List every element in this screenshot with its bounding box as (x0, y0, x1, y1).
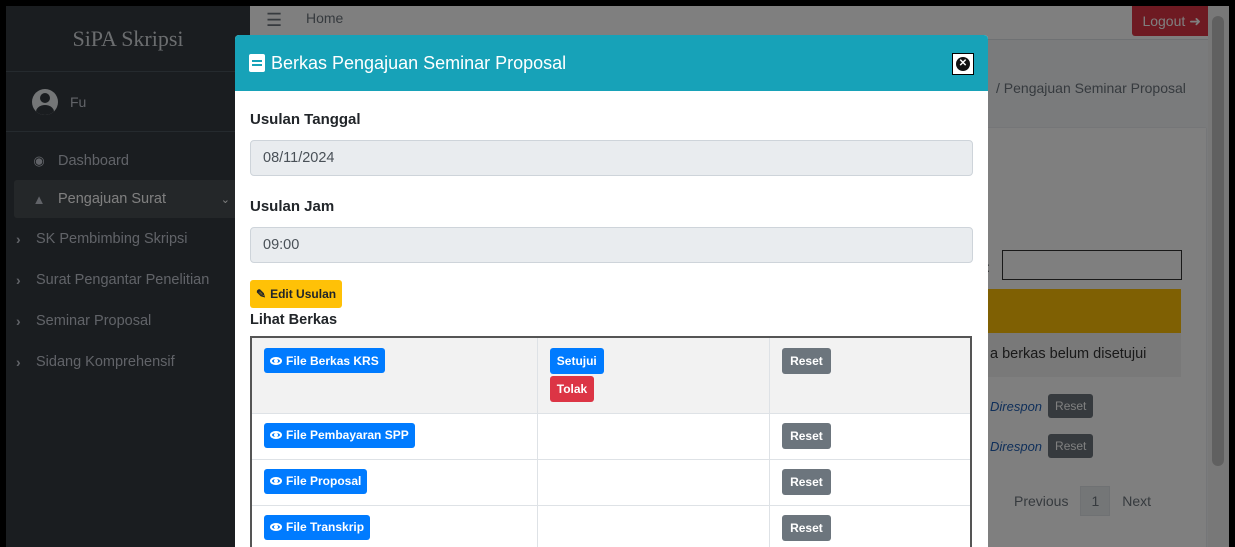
tanggal-label: Usulan Tanggal (250, 111, 361, 128)
edit-icon: ✎ (256, 287, 267, 301)
app-window: SiPA Skripsi Fu ◉ Dashboard ▲ Pengajuan … (6, 6, 1229, 547)
close-button[interactable]: ✕ (952, 53, 974, 75)
jam-field: 09:00 (250, 227, 973, 263)
eye-icon (270, 431, 282, 439)
lihat-berkas-label: Lihat Berkas (250, 312, 338, 328)
table-row: File Berkas KRS Setujui Tolak Reset (250, 336, 972, 414)
setujui-button[interactable]: Setujui (549, 348, 604, 374)
reset-cell: Reset (769, 504, 972, 547)
file-button-label: File Transkrip (286, 520, 365, 534)
modal-title-text: Berkas Pengajuan Seminar Proposal (271, 52, 567, 73)
edit-usulan-label: Edit Usulan (270, 287, 337, 301)
action-cell (536, 458, 771, 506)
file-cell: File Proposal (250, 458, 538, 506)
eye-icon (270, 523, 282, 531)
file-button-label: File Berkas KRS (286, 353, 379, 368)
tanggal-value: 08/11/2024 (263, 150, 335, 166)
reset-button[interactable]: Reset (782, 514, 831, 541)
modal-body: Usulan Tanggal 08/11/2024 Usulan Jam 09:… (235, 91, 988, 547)
close-icon: ✕ (956, 57, 970, 71)
reset-button[interactable]: Reset (782, 422, 831, 449)
edit-usulan-button[interactable]: ✎ Edit Usulan (250, 280, 343, 308)
reset-button[interactable]: Reset (782, 348, 831, 374)
file-transkrip-button[interactable]: File Transkrip (264, 514, 371, 540)
reset-cell: Reset (769, 458, 972, 506)
jam-value: 09:00 (263, 237, 300, 253)
file-cell: File Berkas KRS (250, 336, 538, 414)
file-proposal-button[interactable]: File Proposal (264, 468, 368, 494)
file-krs-button[interactable]: File Berkas KRS (264, 348, 385, 373)
eye-icon (270, 356, 282, 365)
modal-header: Berkas Pengajuan Seminar Proposal ✕ (235, 35, 988, 91)
tolak-button[interactable]: Tolak (549, 376, 595, 402)
file-cell: File Transkrip (250, 504, 538, 547)
file-button-label: File Proposal (286, 474, 362, 488)
berkas-modal: Berkas Pengajuan Seminar Proposal ✕ Usul… (235, 35, 988, 547)
modal-title: Berkas Pengajuan Seminar Proposal (249, 53, 566, 74)
reset-button[interactable]: Reset (782, 468, 831, 495)
table-row: File Transkrip Reset (250, 504, 972, 547)
file-spp-button[interactable]: File Pembayaran SPP (264, 422, 415, 448)
file-cell: File Pembayaran SPP (250, 412, 538, 460)
action-cell: Setujui Tolak (536, 336, 771, 414)
document-icon (249, 54, 265, 72)
tanggal-field: 08/11/2024 (250, 140, 973, 176)
berkas-table: File Berkas KRS Setujui Tolak Reset File… (250, 336, 972, 547)
file-button-label: File Pembayaran SPP (286, 428, 409, 442)
action-cell (536, 504, 771, 547)
reset-cell: Reset (769, 336, 972, 414)
eye-icon (270, 477, 282, 485)
table-row: File Proposal Reset (250, 458, 972, 506)
reset-cell: Reset (769, 412, 972, 460)
table-row: File Pembayaran SPP Reset (250, 412, 972, 460)
jam-label: Usulan Jam (250, 198, 335, 215)
action-cell (536, 412, 771, 460)
